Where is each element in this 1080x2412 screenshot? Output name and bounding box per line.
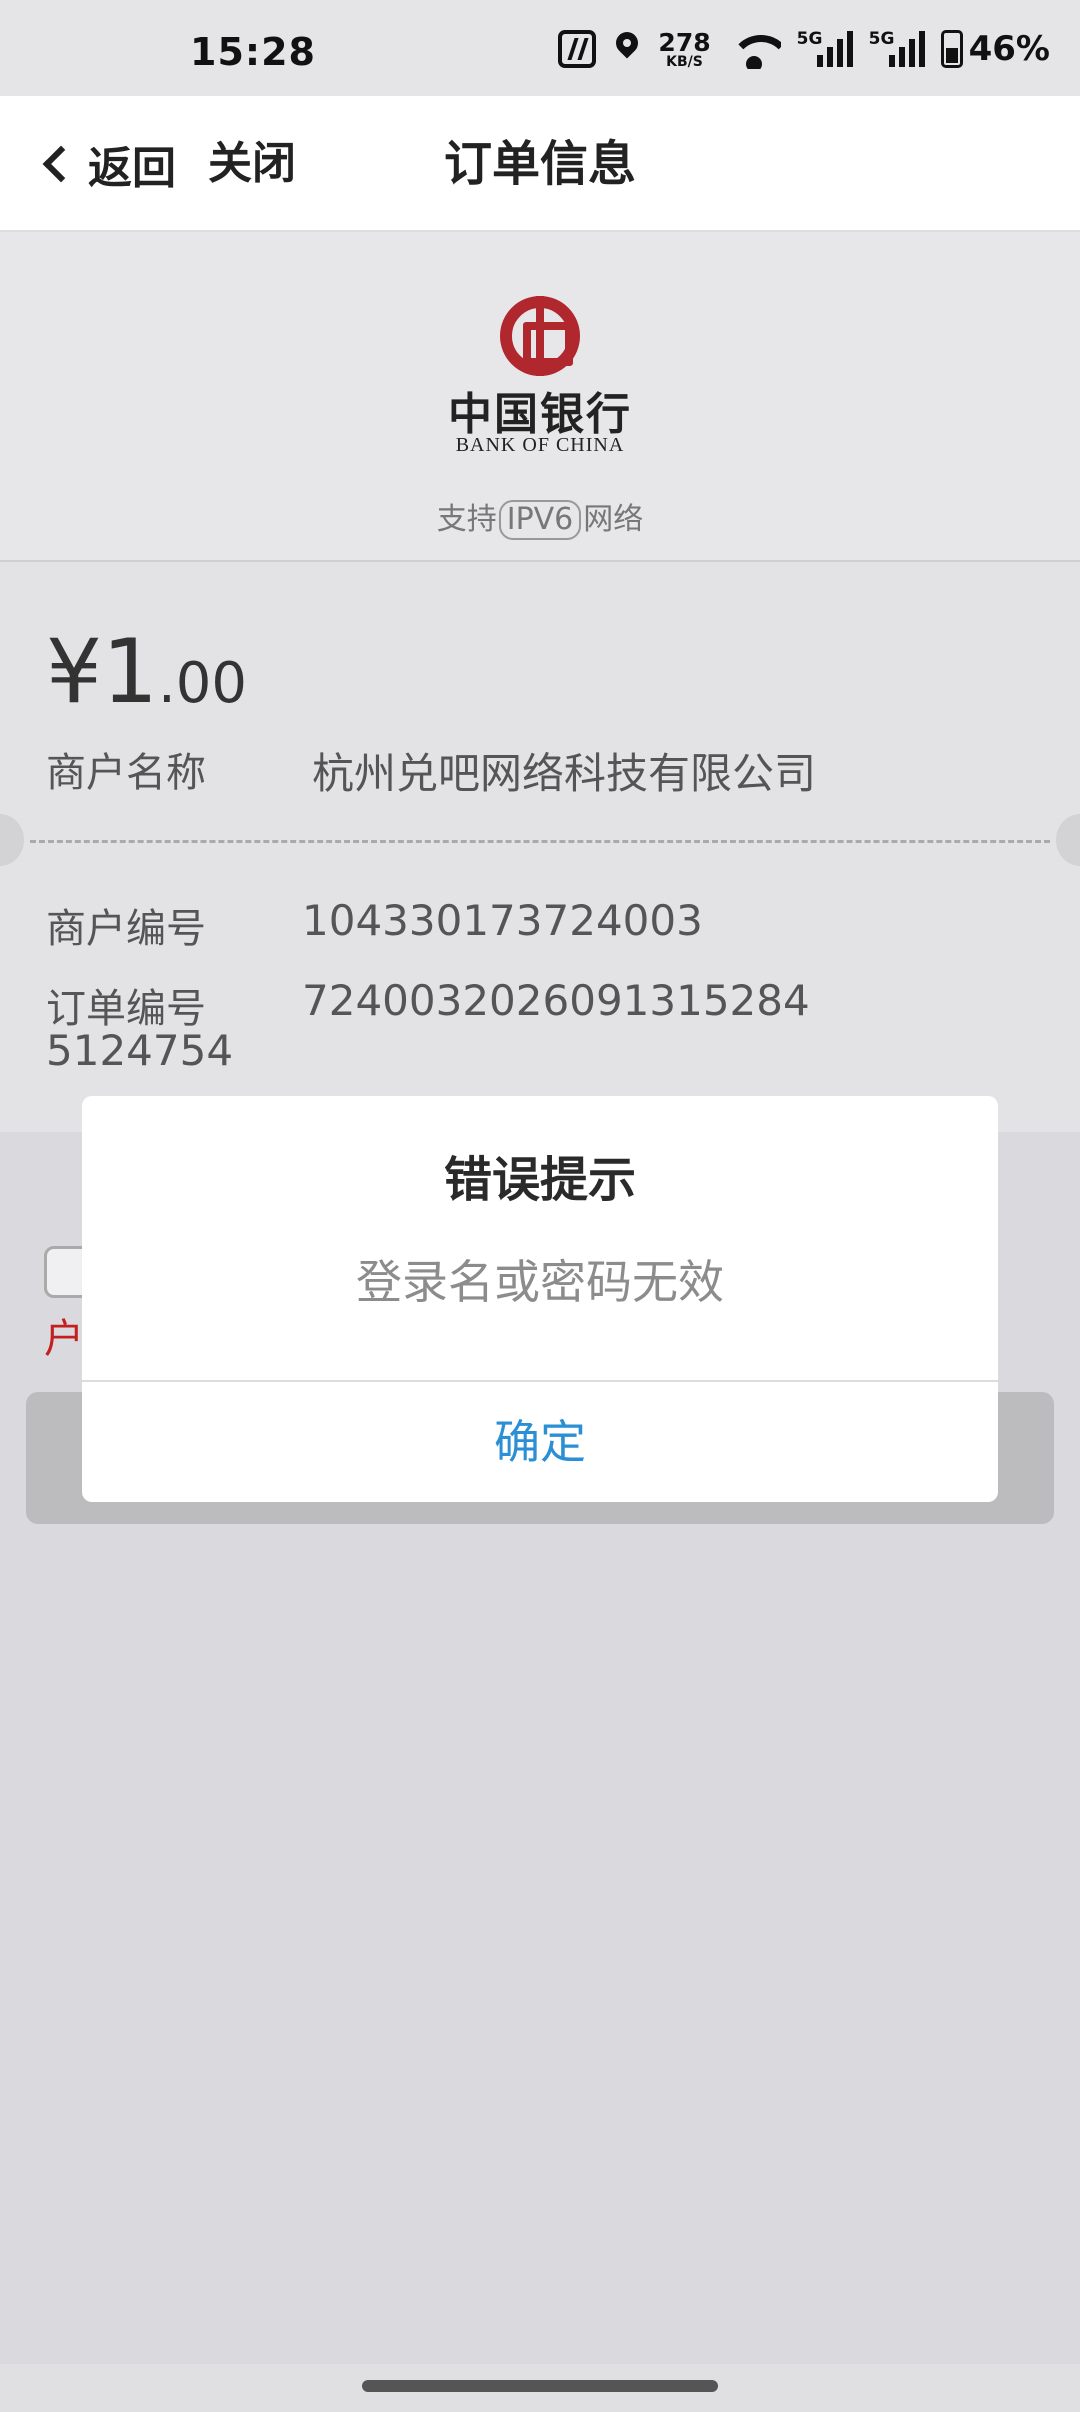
status-time: 15:28	[190, 30, 316, 74]
bank-name-cn: 中国银行	[448, 389, 632, 440]
battery: 46%	[940, 29, 1050, 69]
signal-bars	[888, 31, 925, 67]
amount-decimal: .00	[158, 651, 248, 716]
location-icon	[612, 31, 642, 67]
page: 15:28 278 KB/S 5G 5G 46% 返回 关闭 订单信息 中国银行…	[0, 0, 1080, 2412]
network-speed-value: 278	[658, 27, 711, 57]
status-icons: 278 KB/S 5G 5G 46%	[558, 24, 1050, 74]
agreement-red-text: 户	[44, 1316, 84, 1362]
signal-bars	[816, 31, 853, 67]
battery-icon	[940, 30, 963, 68]
ipv6-prefix: 支持	[436, 502, 497, 537]
order-amount: ¥1.00	[46, 620, 247, 723]
bank-name-en: BANK OF CHINA	[455, 434, 625, 456]
dashed-divider	[30, 840, 1050, 843]
signal-icon: 5G	[869, 29, 925, 69]
page-title: 订单信息	[443, 136, 636, 192]
currency-symbol: ¥	[46, 620, 102, 723]
dialog-message: 登录名或密码无效	[356, 1255, 724, 1309]
order-no-value-continued: 5124754	[46, 1026, 234, 1075]
ipv6-suffix: 网络	[583, 502, 644, 537]
confirm-button[interactable]: 确定	[82, 1382, 998, 1502]
nfc-icon	[558, 30, 597, 68]
network-speed-unit: KB/S	[666, 53, 703, 70]
signal-icon: 5G	[797, 29, 853, 69]
battery-percent: 46%	[968, 29, 1050, 69]
merchant-name-label: 商户名称	[46, 750, 206, 796]
merchant-no-label: 商户编号	[46, 906, 206, 952]
status-bar: 15:28 278 KB/S 5G 5G 46%	[0, 0, 1080, 96]
order-no-value: 7240032026091315284	[302, 976, 810, 1025]
wifi-icon	[727, 29, 781, 69]
amount-integer: 1	[102, 620, 158, 723]
ipv6-support: 支持 IPV6 网络	[0, 494, 1080, 540]
error-dialog: 错误提示 登录名或密码无效 确定	[82, 1096, 998, 1502]
nav-bar: 返回 关闭 订单信息	[0, 96, 1080, 232]
merchant-no-value: 104330173724003	[302, 896, 703, 945]
network-speed: 278 KB/S	[658, 30, 710, 69]
merchant-name-value: 杭州兑吧网络科技有限公司	[312, 749, 817, 798]
ipv6-badge: IPV6	[498, 500, 582, 540]
home-indicator[interactable]	[362, 2380, 718, 2392]
dialog-title: 错误提示	[443, 1152, 636, 1208]
bank-of-china-logo-icon	[500, 296, 580, 376]
